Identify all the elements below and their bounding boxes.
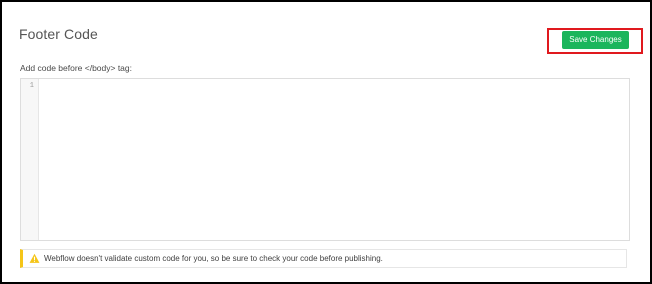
code-editor[interactable]: 1 — [20, 78, 630, 241]
warning-icon — [29, 253, 40, 263]
footer-code-panel: Footer Code Save Changes Add code before… — [0, 0, 652, 284]
warning-notice: Webflow doesn't validate custom code for… — [20, 249, 627, 268]
line-number-gutter: 1 — [21, 79, 39, 240]
warning-text: Webflow doesn't validate custom code for… — [44, 254, 383, 263]
line-number: 1 — [29, 82, 34, 90]
section-title: Footer Code — [19, 26, 98, 42]
code-input-area[interactable] — [39, 79, 629, 240]
field-label: Add code before </body> tag: — [20, 63, 133, 73]
save-changes-button[interactable]: Save Changes — [562, 31, 629, 49]
